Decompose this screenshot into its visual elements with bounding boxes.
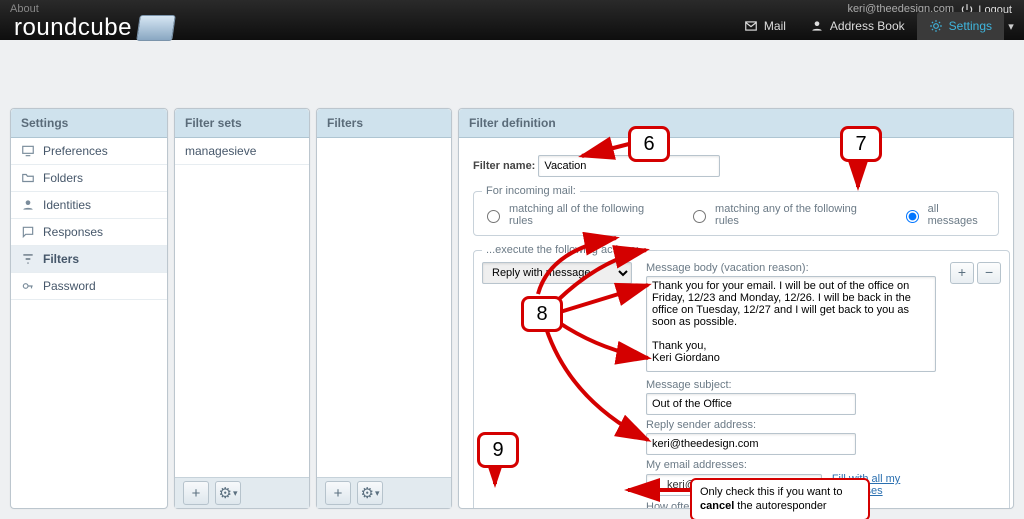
main-nav: Mail Address Book Settings ▾ [732,12,1018,40]
annotation-marker-6: 6 [628,126,670,162]
settings-item-label: Responses [43,225,103,239]
rule-allmsg-radio[interactable] [906,210,919,223]
filtersets-panel: Filter sets managesieve + ⚙▾ [174,108,310,509]
chevron-down-icon: ▾ [375,488,380,499]
response-icon [21,225,35,239]
annotation-marker-8: 8 [521,296,563,332]
filterset-add-button[interactable]: + [183,481,209,505]
annotation-note-line1: Only check this if you want to [700,486,842,498]
brand-cube-icon [136,15,176,41]
nav-mail-label: Mail [764,12,786,40]
filterset-item-label: managesieve [185,144,256,158]
nav-settings-caret[interactable]: ▾ [1004,20,1018,33]
actions-fieldset: ...execute the following actions: Reply … [473,244,1010,508]
settings-item-label: Password [43,279,96,293]
annotation-note: Only check this if you want to cancel th… [690,478,870,519]
subject-label: Message subject: [646,379,936,391]
gear-icon: ⚙ [219,484,232,502]
annotation-marker-7: 7 [840,126,882,162]
rule-all-radio[interactable] [487,210,500,223]
filter-add-button[interactable]: + [325,481,351,505]
filters-footer: + ⚙▾ [317,477,451,508]
settings-panel-title: Settings [11,109,167,138]
settings-item-folders[interactable]: Folders [11,165,167,192]
rule-any-label: matching any of the following rules [715,203,879,227]
filter-icon [21,252,35,266]
incoming-legend: For incoming mail: [482,185,580,197]
key-icon [21,279,35,293]
filterset-item[interactable]: managesieve [175,138,309,165]
filtersets-panel-title: Filter sets [175,109,309,138]
plus-icon: + [192,485,201,502]
nav-settings-label: Settings [949,12,992,40]
monitor-icon [21,144,35,158]
nav-settings[interactable]: Settings [917,12,1004,40]
annotation-note-strong: cancel [700,500,734,512]
settings-item-preferences[interactable]: Preferences [11,138,167,165]
settings-item-label: Identities [43,198,91,212]
settings-item-filters[interactable]: Filters [11,246,167,273]
actions-legend: ...execute the following actions: [482,244,643,256]
filterset-list: managesieve [175,138,309,165]
filters-panel: Filters + ⚙▾ [316,108,452,509]
filtersets-footer: + ⚙▾ [175,477,309,508]
settings-panel: Settings Preferences Folders Identities … [10,108,168,509]
reply-addr-label: Reply sender address: [646,419,936,431]
identity-icon [21,198,35,212]
top-bar: About keri@theedesign.com Logout roundcu… [0,0,1024,40]
settings-list: Preferences Folders Identities Responses… [11,138,167,300]
settings-item-label: Filters [43,252,79,266]
incoming-fieldset: For incoming mail: matching all of the f… [473,185,999,236]
filterset-options-button[interactable]: ⚙▾ [215,481,241,505]
rule-all-label: matching all of the following rules [509,203,666,227]
plus-icon: + [334,485,343,502]
settings-item-responses[interactable]: Responses [11,219,167,246]
body-textarea[interactable] [646,276,936,372]
rule-any-radio[interactable] [693,210,706,223]
folder-icon [21,171,35,185]
action-add-button[interactable]: + [950,262,974,284]
reply-addr-input[interactable] [646,433,856,455]
my-addr-label: My email addresses: [646,459,936,471]
gear-icon [929,19,943,33]
gear-icon: ⚙ [361,484,374,502]
nav-address-book[interactable]: Address Book [798,12,917,40]
rule-allmsg-label: all messages [928,203,990,227]
mail-icon [744,19,758,33]
action-type-select[interactable]: Reply with message [482,262,632,284]
annotation-note-rest: the autoresponder [734,500,826,512]
nav-addressbook-label: Address Book [830,12,905,40]
settings-item-label: Preferences [43,144,108,158]
nav-mail[interactable]: Mail [732,12,798,40]
brand: roundcube [14,14,174,42]
settings-item-label: Folders [43,171,83,185]
filter-options-button[interactable]: ⚙▾ [357,481,383,505]
body-label: Message body (vacation reason): [646,262,936,274]
filters-panel-title: Filters [317,109,451,138]
settings-item-identities[interactable]: Identities [11,192,167,219]
delete-addr-icon[interactable]: ✖ [647,479,663,492]
person-icon [810,19,824,33]
definition-panel-title: Filter definition [459,109,1013,138]
filter-name-label: Filter name: [473,160,535,172]
action-remove-button[interactable]: − [977,262,1001,284]
brand-word: roundcube [14,14,132,42]
settings-item-password[interactable]: Password [11,273,167,300]
annotation-marker-9: 9 [477,432,519,468]
chevron-down-icon: ▾ [233,488,238,499]
subject-input[interactable] [646,393,856,415]
